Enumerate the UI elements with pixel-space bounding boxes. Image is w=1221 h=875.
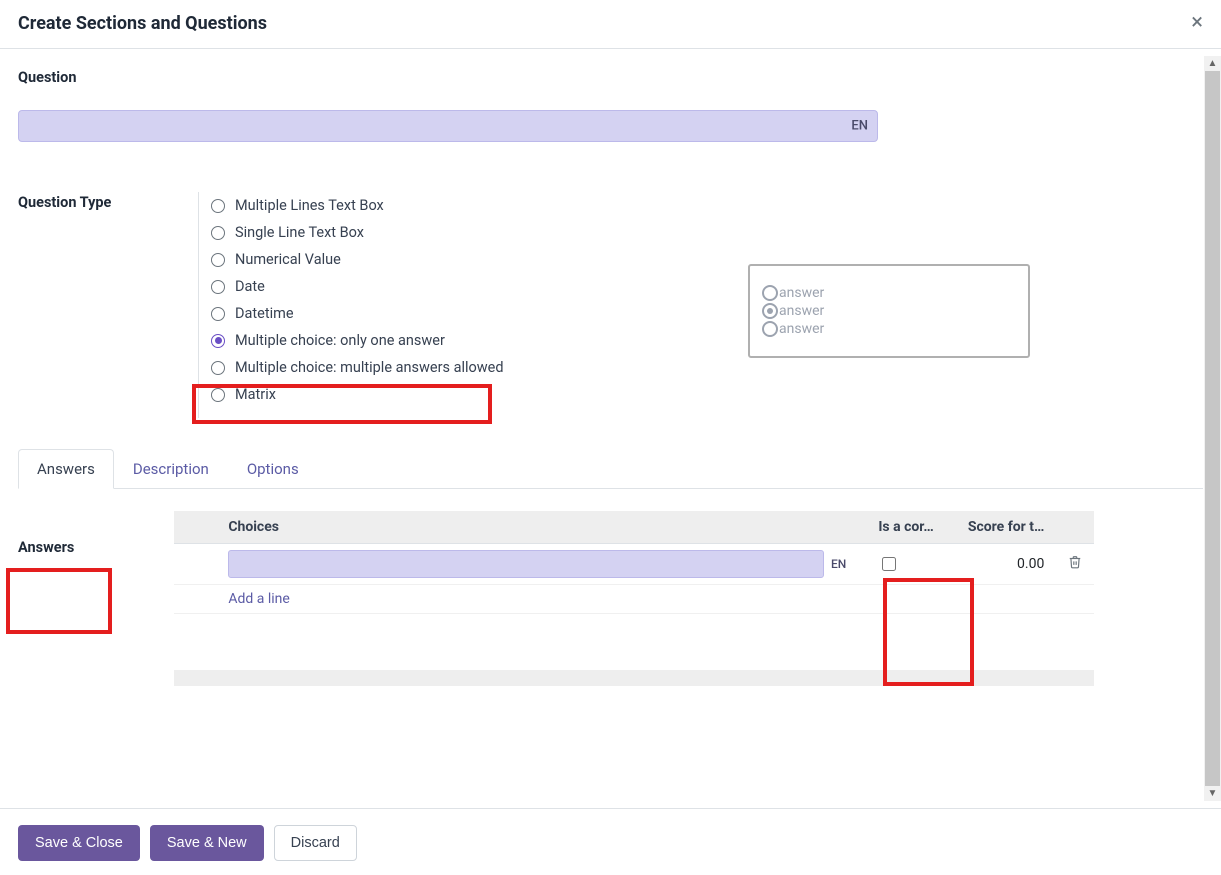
delete-col-header	[1056, 511, 1094, 544]
radio-datetime[interactable]: Datetime	[211, 300, 504, 327]
radio-icon	[211, 307, 225, 321]
tab-answers[interactable]: Answers	[18, 449, 114, 489]
radio-icon	[211, 280, 225, 294]
answers-label: Answers	[18, 511, 74, 686]
radio-icon	[762, 321, 778, 337]
lang-badge[interactable]: EN	[831, 557, 846, 571]
question-type-label: Question Type	[18, 192, 128, 211]
preview-option: answer	[762, 285, 1016, 301]
choices-header[interactable]: Choices	[216, 511, 866, 544]
radio-label: Numerical Value	[235, 251, 341, 268]
table-header-row: Choices Is a cor… Score for t…	[174, 511, 1094, 544]
radio-icon	[762, 303, 778, 319]
correct-header[interactable]: Is a cor…	[866, 511, 946, 544]
radio-single-line-text[interactable]: Single Line Text Box	[211, 219, 504, 246]
radio-date[interactable]: Date	[211, 273, 504, 300]
radio-multiple-lines-text[interactable]: Multiple Lines Text Box	[211, 192, 504, 219]
modal-footer: Save & Close Save & New Discard	[0, 808, 1221, 875]
score-header[interactable]: Score for t…	[946, 511, 1056, 544]
radio-icon	[762, 285, 778, 301]
question-label: Question	[18, 69, 1203, 86]
preview-text: answer	[779, 285, 824, 301]
radio-numerical-value[interactable]: Numerical Value	[211, 246, 504, 273]
tab-options[interactable]: Options	[228, 449, 318, 489]
preview-option: answer	[762, 303, 1016, 319]
question-input[interactable]	[18, 110, 878, 142]
radio-label: Matrix	[235, 386, 276, 403]
radio-label: Multiple Lines Text Box	[235, 197, 384, 214]
radio-label: Multiple choice: only one answer	[235, 332, 445, 349]
table-footer-bar	[174, 670, 1094, 686]
scrollbar[interactable]: ▲ ▼	[1204, 56, 1221, 801]
trash-icon[interactable]	[1068, 557, 1082, 573]
add-line-label: Add a line	[216, 585, 1094, 614]
correct-cell	[866, 544, 946, 585]
radio-icon	[211, 388, 225, 402]
question-type-options: Multiple Lines Text Box Single Line Text…	[198, 192, 504, 418]
scroll-thumb[interactable]	[1205, 71, 1220, 786]
radio-label: Date	[235, 278, 265, 295]
close-icon[interactable]: ×	[1191, 12, 1203, 34]
radio-label: Single Line Text Box	[235, 224, 364, 241]
modal-dialog: Create Sections and Questions × Question…	[0, 0, 1221, 875]
preview-option: answer	[762, 321, 1016, 337]
radio-label: Datetime	[235, 305, 294, 322]
choice-input[interactable]	[228, 550, 824, 578]
score-cell[interactable]: 0.00	[946, 544, 1056, 585]
modal-header: Create Sections and Questions ×	[0, 0, 1221, 49]
scroll-up-icon[interactable]: ▲	[1208, 56, 1218, 71]
preview-text: answer	[779, 321, 824, 337]
tab-description[interactable]: Description	[114, 449, 228, 489]
answers-table-wrap: Choices Is a cor… Score for t…	[174, 511, 1203, 686]
question-input-wrap: EN	[18, 110, 878, 142]
question-type-preview: answer answer answer	[748, 264, 1030, 358]
radio-icon	[211, 253, 225, 267]
modal-title: Create Sections and Questions	[18, 13, 267, 34]
score-value: 0.00	[958, 556, 1044, 572]
save-new-button[interactable]: Save & New	[150, 825, 264, 861]
radio-multiple-choice-many[interactable]: Multiple choice: multiple answers allowe…	[211, 354, 504, 381]
radio-label: Multiple choice: multiple answers allowe…	[235, 359, 504, 376]
radio-icon	[211, 226, 225, 240]
drag-handle[interactable]	[174, 544, 216, 585]
table-row: EN 0.00	[174, 544, 1094, 585]
preview-text: answer	[779, 303, 824, 319]
choice-cell: EN	[216, 544, 866, 585]
lang-badge[interactable]: EN	[851, 119, 868, 134]
radio-icon	[211, 199, 225, 213]
save-close-button[interactable]: Save & Close	[18, 825, 140, 861]
radio-multiple-choice-one[interactable]: Multiple choice: only one answer	[211, 327, 504, 354]
add-line-row[interactable]: Add a line	[174, 585, 1094, 614]
radio-icon	[211, 334, 225, 348]
radio-icon	[211, 361, 225, 375]
tabs: Answers Description Options	[18, 448, 1203, 489]
answers-section: Answers Choices Is a cor… Score for t…	[18, 489, 1203, 686]
drag-col-header	[174, 511, 216, 544]
correct-checkbox[interactable]	[882, 557, 896, 571]
discard-button[interactable]: Discard	[274, 825, 357, 861]
scroll-down-icon[interactable]: ▼	[1208, 786, 1218, 801]
answers-table: Choices Is a cor… Score for t…	[174, 511, 1094, 614]
modal-body: Question EN Question Type Multiple Lines…	[0, 49, 1221, 808]
delete-cell	[1056, 544, 1094, 585]
radio-matrix[interactable]: Matrix	[211, 381, 504, 408]
